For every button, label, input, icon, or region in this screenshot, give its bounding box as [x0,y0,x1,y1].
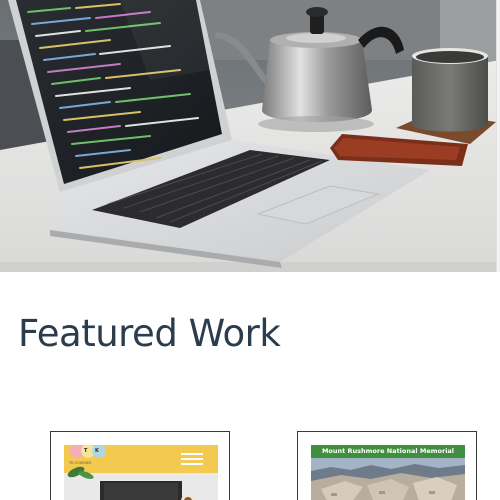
thumb-subtitle: TK COURSES [69,461,92,465]
card-1-thumbnail: T K TK COURSES [64,445,218,500]
featured-work-heading: Featured Work [18,312,281,355]
thumb-letter-t: T [84,448,88,454]
featured-work-card-1[interactable]: T K TK COURSES [50,431,230,500]
featured-work-card-2[interactable]: Mount Rushmore National Memorial [297,431,477,500]
scrollbar[interactable] [496,0,500,272]
hero-image [0,0,500,272]
thumb-letter-k: K [95,448,99,454]
hamburger-menu-icon [181,450,203,466]
card-2-banner: Mount Rushmore National Memorial [311,445,465,458]
card-2-thumbnail: Mount Rushmore National Memorial [311,445,465,500]
